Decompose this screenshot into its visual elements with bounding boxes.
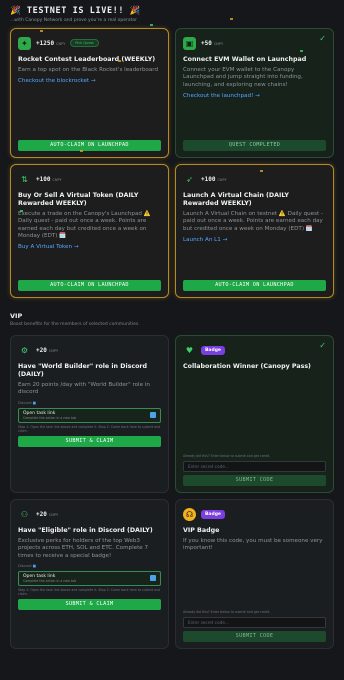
quest-title: Connect EVM Wallet on Launchpad: [183, 56, 307, 63]
quest-grid: ✦ +1250 CNPY Pick Quest Rocket Contest L…: [10, 28, 334, 158]
submit-code-button[interactable]: SUBMIT CODE: [183, 475, 326, 486]
points-unit: CNPY: [48, 513, 59, 517]
collab-heart-icon: ♥: [185, 345, 194, 355]
points-unit: CNPY: [56, 42, 66, 46]
quest-points: +100: [201, 175, 216, 183]
banner-subtitle: ...with Canopy Network and prove you're …: [10, 18, 138, 23]
quest-title: Buy Or Sell A Virtual Token (DAILY Rewar…: [18, 192, 139, 207]
wallet-icon: ▣: [183, 36, 196, 50]
task-steps: Step 1: Open the task link above and com…: [18, 424, 160, 433]
external-link-icon: [150, 412, 156, 419]
quest-description: Earn a top spot on the Black Rocket's le…: [18, 67, 159, 73]
points-unit: CNPY: [52, 178, 62, 182]
quest-page: 🎉 TESTNET IS LIVE!! 🎉 ...with Canopy Net…: [0, 0, 344, 680]
checkmark-icon: ✓: [319, 34, 326, 43]
checkmark-icon: ✓: [319, 341, 326, 350]
quest-description: Connect your EVM wallet to the Canopy La…: [183, 67, 303, 88]
auto-claim-button[interactable]: AUTO-CLAIM ON LAUNCHPAD: [18, 280, 161, 291]
secret-code-input[interactable]: Enter secret code...: [183, 617, 326, 628]
vip-headset-icon: ☊: [183, 507, 196, 521]
quest-link[interactable]: Checkout the launchpad! →: [183, 93, 326, 99]
quest-points: +20: [36, 510, 47, 518]
task-subtitle: Complete the action in a new tab: [23, 415, 77, 420]
quest-title: Have "Eligible" role in Discord (DAILY): [18, 527, 153, 534]
vip-card: ⚇ +20 CNPY Have "Eligible" role in Disco…: [10, 499, 169, 649]
code-hint: Already did this? Enter below to submit …: [183, 609, 271, 614]
quest-link[interactable]: Checkout the blockrocket →: [18, 78, 161, 84]
auto-claim-button[interactable]: AUTO-CLAIM ON LAUNCHPAD: [18, 140, 161, 151]
quest-points: +100: [36, 175, 51, 183]
quest-grid: ⇅ +100 CNPY Buy Or Sell A Virtual Token …: [10, 164, 334, 298]
quest-card: ✦ +1250 CNPY Pick Quest Rocket Contest L…: [10, 28, 169, 158]
banner-title: 🎉 TESTNET IS LIVE!! 🎉: [10, 6, 141, 16]
trade-icon: ⇅: [21, 174, 28, 184]
confetti-decoration: [300, 50, 303, 52]
quest-description: Earn 20 points /day with "World Builder"…: [18, 382, 150, 396]
task-subtitle: Complete the action in a new tab: [23, 578, 77, 583]
vip-section-title: VIP: [10, 312, 23, 320]
quest-points: +1250: [36, 39, 55, 47]
quest-title: Have "World Builder" role in Discord (DA…: [18, 363, 148, 378]
vip-card: ⚙ +20 CNPY Have "World Builder" role in …: [10, 335, 169, 493]
discord-icon: ■: [32, 400, 37, 405]
code-hint: Already did this? Enter below to submit …: [183, 453, 271, 458]
quest-points: +20: [36, 346, 47, 354]
confetti-decoration: [260, 170, 263, 172]
quest-title: Launch A Virtual Chain (DAILY Rewarded W…: [183, 192, 289, 207]
secret-code-input[interactable]: Enter secret code...: [183, 461, 326, 472]
external-link-icon: [150, 575, 156, 582]
launch-icon: ➶: [186, 174, 193, 184]
submit-claim-button[interactable]: SUBMIT & CLAIM: [18, 599, 161, 611]
submit-claim-button[interactable]: SUBMIT & CLAIM: [18, 436, 161, 447]
auto-claim-button[interactable]: AUTO-CLAIM ON LAUNCHPAD: [183, 280, 326, 291]
badge-tag: Badge: [201, 509, 225, 519]
quest-link[interactable]: Buy A Virtual Token →: [18, 244, 161, 250]
badge-tag: Badge: [201, 345, 225, 355]
discord-icon: ■: [32, 563, 37, 568]
quest-title: VIP Badge: [183, 527, 220, 534]
rocket-contest-icon: ✦: [18, 36, 31, 50]
platform-label: Discord: [18, 400, 32, 405]
vip-grid: ⚇ +20 CNPY Have "Eligible" role in Disco…: [10, 499, 334, 649]
quest-description: Exclusive perks for holders of the top W…: [18, 538, 149, 559]
quest-description: Launch A Virtual Chain on testnet ⚠️ Dai…: [183, 211, 324, 232]
quest-title: Rocket Contest Leaderboard (WEEKLY): [18, 56, 156, 63]
quest-card: ➶ +100 CNPY Launch A Virtual Chain (DAIL…: [175, 164, 334, 298]
points-unit: CNPY: [217, 178, 227, 182]
submit-code-button[interactable]: SUBMIT CODE: [183, 631, 326, 642]
vip-card: ✓ ♥ Badge Collaboration Winner (Canopy P…: [175, 335, 334, 493]
quest-points: +50: [201, 39, 212, 47]
vip-card: ☊ Badge VIP Badge If you know this code,…: [175, 499, 334, 649]
quest-link[interactable]: Launch An L1 →: [183, 237, 326, 243]
vip-grid: ⚙ +20 CNPY Have "World Builder" role in …: [10, 335, 334, 493]
eligible-role-icon: ⚇: [20, 509, 29, 519]
quest-completed-button: QUEST COMPLETED: [183, 140, 326, 151]
quest-card: ✓ ▣ +50 CNPY Connect EVM Wallet on Launc…: [175, 28, 334, 158]
confetti-decoration: [230, 18, 233, 20]
points-unit: CNPY: [48, 349, 59, 353]
task-steps: Step 1: Open the task link above and com…: [18, 587, 160, 597]
points-unit: CNPY: [213, 42, 224, 46]
open-task-link[interactable]: Open task link Complete the action in a n…: [18, 570, 161, 586]
vip-section-subtitle: Boost benefits for the members of select…: [10, 322, 140, 327]
confetti-decoration: [118, 60, 121, 62]
platform-label: Discord: [18, 563, 32, 568]
open-task-link[interactable]: Open task link Complete the action in a n…: [18, 407, 161, 423]
quest-title: Collaboration Winner (Canopy Pass): [183, 363, 311, 370]
quest-description: If you know this code, you must be someo…: [183, 538, 323, 552]
confetti-decoration: [20, 210, 23, 212]
confetti-decoration: [40, 30, 43, 32]
quest-card: ⇅ +100 CNPY Buy Or Sell A Virtual Token …: [10, 164, 169, 298]
confetti-decoration: [80, 150, 83, 152]
quest-pill: Pick Quest: [70, 39, 99, 47]
quest-description: Execute a trade on the Canopy's Launchpa…: [18, 211, 151, 239]
confetti-decoration: [150, 24, 153, 26]
world-builder-icon: ⚙: [20, 345, 29, 355]
